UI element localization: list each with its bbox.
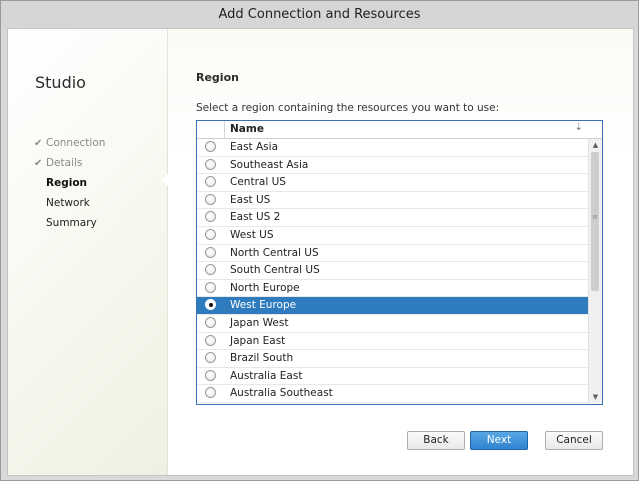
table-row[interactable]: Australia East — [197, 368, 588, 386]
list-header: Name ⇣ — [197, 121, 602, 139]
step-region: Region — [34, 173, 105, 193]
radio-column-header — [197, 121, 225, 138]
table-row[interactable]: Japan East — [197, 333, 588, 351]
radio-icon[interactable] — [205, 158, 216, 170]
radio-icon[interactable] — [205, 281, 216, 293]
back-button[interactable]: Back — [407, 431, 465, 450]
scroll-up-icon[interactable]: ▲ — [589, 139, 602, 151]
region-name: North Central US — [230, 246, 319, 259]
step-label: Network — [46, 197, 90, 209]
radio-selected-icon[interactable] — [205, 299, 216, 311]
step-details: ✔ Details — [34, 153, 105, 173]
pane-divider — [167, 29, 168, 475]
vertical-scrollbar[interactable]: ▲ ≡ ▼ — [588, 139, 602, 403]
step-network: Network — [34, 193, 105, 213]
next-button[interactable]: Next — [470, 431, 528, 450]
region-name: South Central US — [230, 264, 320, 277]
step-label: Region — [46, 177, 88, 189]
region-name: East US — [230, 193, 271, 206]
app-title: Studio — [35, 73, 86, 92]
radio-icon[interactable] — [205, 176, 216, 188]
region-name: West Europe — [230, 299, 297, 312]
region-name: South India — [230, 403, 290, 404]
step-label: Summary — [46, 217, 97, 229]
dialog-window: Add Connection and Resources Studio ✔ Con… — [0, 0, 639, 481]
radio-icon[interactable] — [205, 334, 216, 346]
region-name: Japan East — [230, 334, 286, 347]
dialog-client-area: Studio ✔ Connection ✔ Details Region Netwo… — [7, 28, 634, 476]
table-row[interactable]: Japan West — [197, 315, 588, 333]
region-name: East US 2 — [230, 211, 281, 224]
radio-icon[interactable] — [205, 369, 216, 381]
region-name: East Asia — [230, 141, 278, 153]
step-label: Details — [46, 157, 83, 169]
cancel-button[interactable]: Cancel — [545, 431, 603, 450]
table-row[interactable]: Brazil South — [197, 350, 588, 368]
wizard-steps: ✔ Connection ✔ Details Region Network Summ… — [34, 133, 105, 233]
region-name: North Europe — [230, 281, 300, 294]
name-column-header[interactable]: Name — [230, 123, 264, 135]
radio-icon[interactable] — [205, 141, 216, 152]
region-prompt: Select a region containing the resources… — [196, 102, 500, 114]
radio-icon[interactable] — [205, 193, 216, 205]
grip-icon: ≡ — [592, 213, 598, 221]
step-label: Connection — [46, 137, 106, 149]
region-name: Brazil South — [230, 352, 294, 365]
active-step-pointer-icon — [161, 174, 168, 186]
table-row[interactable]: Australia Southeast — [197, 385, 588, 403]
region-list[interactable]: Name ⇣ East Asia Southeast Asia Central US… — [196, 120, 603, 405]
region-name: Central US — [230, 176, 286, 189]
table-row[interactable]: South India — [197, 403, 588, 404]
region-rows: East Asia Southeast Asia Central US East US… — [197, 139, 588, 404]
checkmark-icon: ✔ — [34, 158, 43, 169]
region-name: Japan West — [230, 316, 289, 329]
scroll-down-icon[interactable]: ▼ — [589, 391, 602, 403]
table-row[interactable]: North Central US — [197, 245, 588, 263]
step-summary: Summary — [34, 213, 105, 233]
radio-icon[interactable] — [205, 352, 216, 364]
table-row[interactable]: East US 2 — [197, 209, 588, 227]
radio-icon[interactable] — [205, 246, 216, 258]
table-row[interactable]: West US — [197, 227, 588, 245]
table-row[interactable]: Southeast Asia — [197, 157, 588, 175]
table-row[interactable]: Central US — [197, 174, 588, 192]
scrollbar-thumb[interactable]: ≡ — [591, 152, 599, 291]
region-name: Australia East — [230, 369, 303, 382]
radio-icon[interactable] — [205, 264, 216, 276]
table-row[interactable]: North Europe — [197, 280, 588, 298]
sort-icon[interactable]: ⇣ — [575, 122, 583, 133]
table-row[interactable]: West Europe — [197, 297, 588, 315]
region-name: West US — [230, 228, 274, 241]
table-row[interactable]: East US — [197, 192, 588, 210]
table-row[interactable]: South Central US — [197, 262, 588, 280]
step-connection: ✔ Connection — [34, 133, 105, 153]
checkmark-icon: ✔ — [34, 138, 43, 149]
radio-icon[interactable] — [205, 211, 216, 223]
wizard-sidebar: Studio ✔ Connection ✔ Details Region Netwo… — [8, 29, 167, 475]
table-row[interactable]: East Asia — [197, 139, 588, 157]
radio-icon[interactable] — [205, 387, 216, 399]
radio-icon[interactable] — [205, 228, 216, 240]
window-title: Add Connection and Resources — [1, 1, 638, 28]
region-name: Southeast Asia — [230, 158, 309, 171]
region-name: Australia Southeast — [230, 387, 333, 400]
page-title: Region — [196, 71, 239, 84]
radio-icon[interactable] — [205, 316, 216, 328]
